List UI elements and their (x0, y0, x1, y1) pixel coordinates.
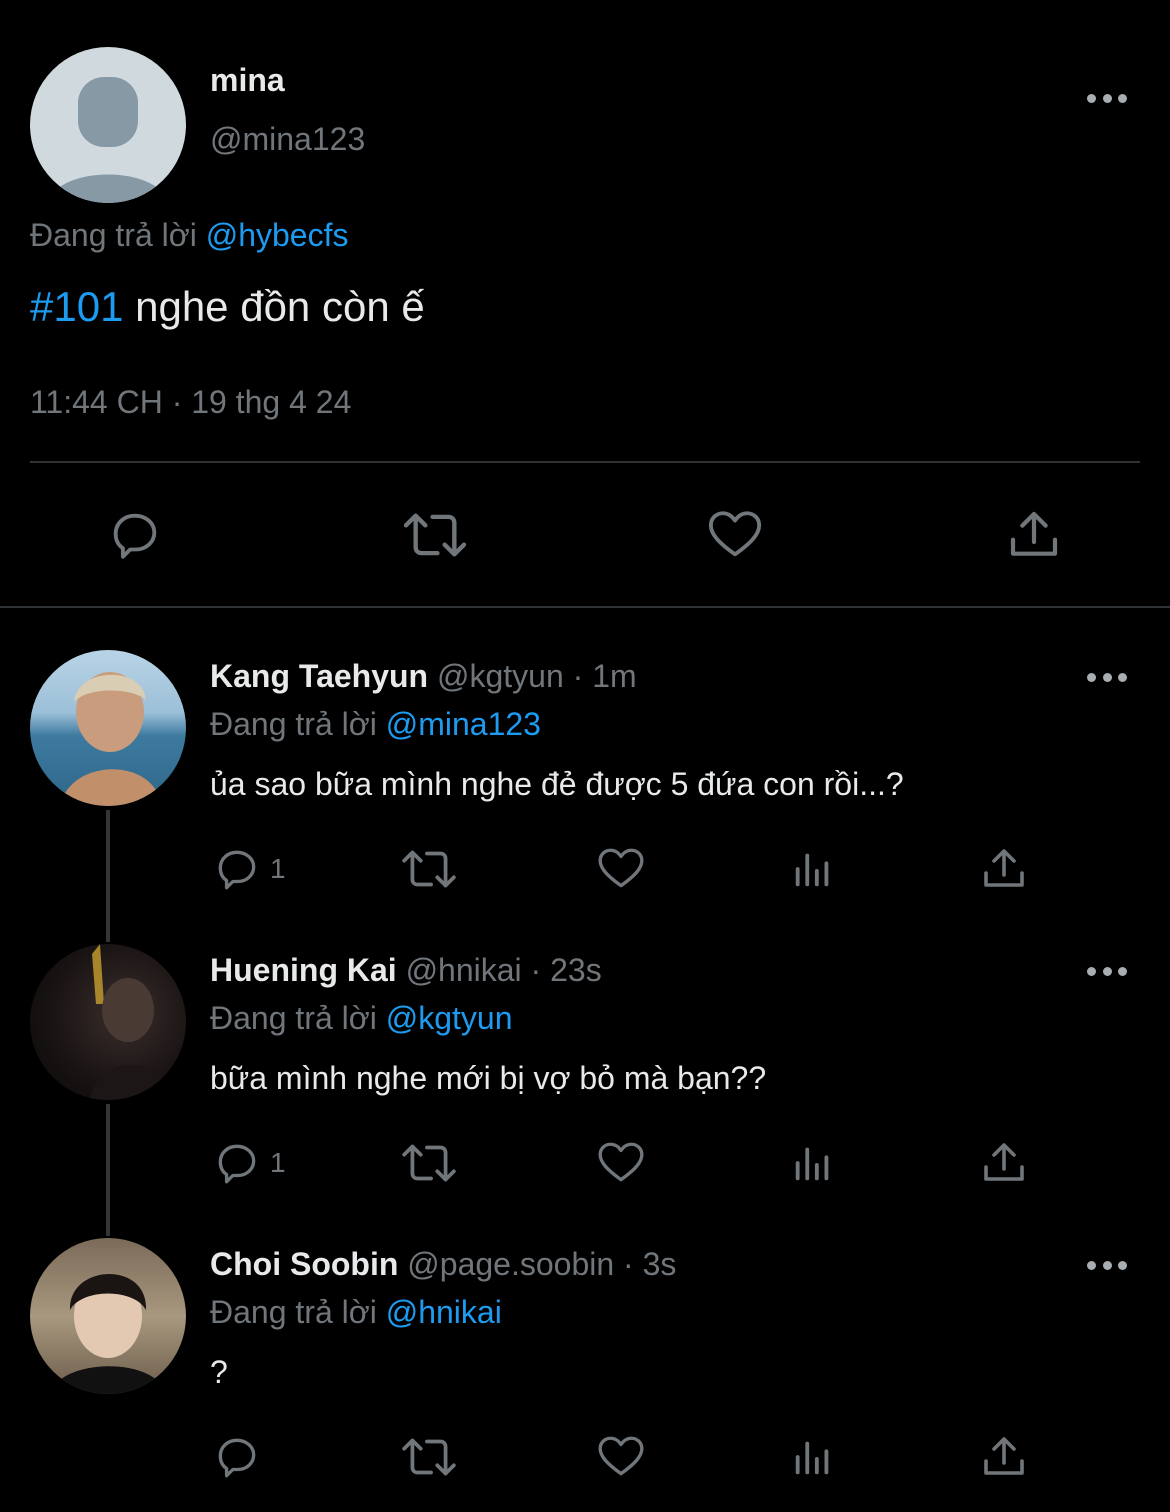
retweet-icon (402, 1144, 456, 1182)
reply-icon (218, 1144, 256, 1184)
reply-count: 1 (270, 1147, 286, 1178)
share-icon (984, 1143, 1024, 1181)
more-options-icon[interactable] (1087, 670, 1127, 684)
main-tweet-text: #101 nghe đồn còn ế (30, 283, 425, 331)
replying-prefix: Đang trả lời (210, 1294, 377, 1330)
reply-button[interactable] (106, 506, 164, 564)
replying-to: Đang trả lời @mina123 (210, 706, 541, 743)
main-handle[interactable]: @mina123 (210, 121, 365, 158)
more-options-icon[interactable] (1087, 91, 1127, 105)
handle[interactable]: @kgtyun (437, 658, 564, 694)
analytics-icon (795, 1441, 829, 1475)
replying-to-link[interactable]: @kgtyun (386, 1000, 513, 1036)
main-replying-to: Đang trả lời @hybecfs (30, 217, 348, 254)
views-button[interactable] (790, 1138, 836, 1188)
share-button[interactable] (980, 1432, 1028, 1482)
retweet-icon (403, 513, 467, 557)
like-button[interactable] (596, 844, 646, 894)
reply-count: 1 (270, 853, 286, 884)
retweet-icon (402, 1438, 456, 1476)
avatar-choi-soobin[interactable] (30, 1238, 186, 1394)
more-options-icon[interactable] (1087, 1258, 1127, 1272)
tweet-body: nghe đồn còn ế (135, 283, 425, 330)
share-button[interactable] (1006, 506, 1062, 564)
time-ago[interactable]: · 3s (623, 1246, 676, 1282)
reply-icon (218, 1438, 256, 1478)
views-button[interactable] (790, 1432, 836, 1482)
more-options-icon[interactable] (1087, 964, 1127, 978)
share-button[interactable] (980, 844, 1028, 894)
share-icon (984, 849, 1024, 887)
replying-to-link[interactable]: @hnikai (386, 1294, 502, 1330)
heart-icon (708, 511, 762, 557)
share-icon (1010, 511, 1058, 556)
analytics-icon (795, 1147, 829, 1181)
main-display-name[interactable]: mina (210, 62, 285, 99)
replying-to: Đang trả lời @hnikai (210, 1294, 502, 1331)
heart-icon (598, 1142, 644, 1182)
reply-button[interactable]: 1 (212, 1138, 286, 1188)
reply-header: Kang Taehyun @kgtyun · 1m (210, 658, 637, 695)
reply-header: Choi Soobin @page.soobin · 3s (210, 1246, 676, 1283)
display-name[interactable]: Huening Kai (210, 952, 397, 988)
main-timestamp[interactable]: 11:44 CH · 19 thg 4 24 (30, 384, 351, 421)
section-divider (0, 606, 1170, 608)
retweet-button[interactable] (400, 844, 458, 894)
avatar-huening-kai[interactable] (30, 944, 186, 1100)
profile-photo (90, 944, 176, 1100)
display-name[interactable]: Kang Taehyun (210, 658, 428, 694)
reply-text: ủa sao bữa mình nghe đẻ được 5 đứa con r… (210, 766, 904, 802)
thread-connector (106, 810, 110, 942)
replying-to-link[interactable]: @mina123 (386, 706, 541, 742)
like-button[interactable] (705, 506, 765, 564)
share-icon (984, 1437, 1024, 1475)
display-name[interactable]: Choi Soobin (210, 1246, 398, 1282)
time-ago[interactable]: · 23s (531, 952, 602, 988)
heart-icon (598, 848, 644, 888)
profile-photo (60, 672, 162, 806)
replying-to: Đang trả lời @kgtyun (210, 1000, 512, 1037)
replying-to-link[interactable]: @hybecfs (206, 217, 349, 253)
handle[interactable]: @page.soobin (407, 1246, 614, 1282)
analytics-icon (795, 853, 829, 887)
views-button[interactable] (790, 844, 836, 894)
heart-icon (598, 1436, 644, 1476)
retweet-button[interactable] (400, 1432, 458, 1482)
retweet-icon (402, 850, 456, 888)
replying-prefix: Đang trả lời (210, 1000, 377, 1036)
default-avatar-icon (48, 77, 168, 203)
reply-icon (113, 513, 157, 559)
reply-text: ? (210, 1354, 228, 1390)
thread-connector (106, 1104, 110, 1236)
retweet-button[interactable] (400, 506, 470, 564)
replying-prefix: Đang trả lời (210, 706, 377, 742)
share-button[interactable] (980, 1138, 1028, 1188)
hashtag-link[interactable]: #101 (30, 283, 123, 330)
retweet-button[interactable] (400, 1138, 458, 1188)
reply-button[interactable] (212, 1432, 270, 1482)
reply-text: bữa mình nghe mới bị vợ bỏ mà bạn?? (210, 1060, 767, 1096)
like-button[interactable] (596, 1138, 646, 1188)
divider (30, 461, 1140, 463)
reply-header: Huening Kai @hnikai · 23s (210, 952, 602, 989)
avatar-mina[interactable] (30, 47, 186, 203)
handle[interactable]: @hnikai (406, 952, 522, 988)
time-ago[interactable]: · 1m (573, 658, 637, 694)
like-button[interactable] (596, 1432, 646, 1482)
profile-photo (50, 1273, 166, 1394)
avatar-kang-taehyun[interactable] (30, 650, 186, 806)
reply-icon (218, 850, 256, 890)
reply-button[interactable]: 1 (212, 844, 286, 894)
replying-prefix: Đang trả lời (30, 217, 197, 253)
